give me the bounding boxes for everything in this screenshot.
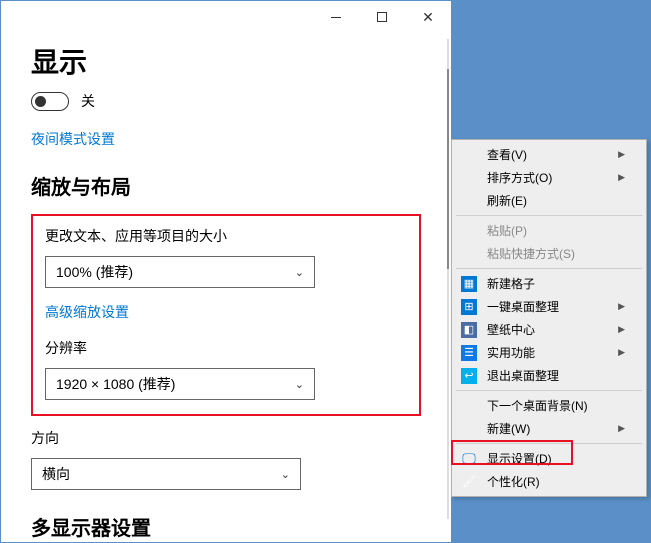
- monitor-icon: 🖵: [461, 451, 477, 467]
- menu-next-bg[interactable]: 下一个桌面背景(N): [455, 394, 643, 417]
- submenu-arrow-icon: ▶: [618, 347, 625, 358]
- chevron-down-icon: ⌄: [295, 378, 304, 391]
- personalize-icon: 🖌: [461, 474, 477, 490]
- menu-separator: [456, 443, 642, 444]
- minimize-button[interactable]: [313, 1, 359, 33]
- minimize-icon: [331, 17, 341, 18]
- toggle-knob: [35, 96, 46, 107]
- menu-sort[interactable]: 排序方式(O) ▶: [455, 166, 643, 189]
- submenu-arrow-icon: ▶: [618, 172, 625, 183]
- chevron-down-icon: ⌄: [281, 468, 290, 481]
- exit-icon: ↩: [461, 368, 477, 384]
- chevron-down-icon: ⌄: [295, 266, 304, 279]
- scrollbar[interactable]: [447, 39, 449, 519]
- close-button[interactable]: ✕: [405, 1, 451, 33]
- close-icon: ✕: [422, 9, 434, 26]
- menu-new[interactable]: 新建(W) ▶: [455, 417, 643, 440]
- submenu-arrow-icon: ▶: [618, 324, 625, 335]
- scrollbar-thumb[interactable]: [447, 69, 449, 269]
- orientation-value: 横向: [42, 464, 70, 484]
- toggle-state-label: 关: [81, 91, 95, 111]
- night-mode-toggle-row: 关: [31, 91, 421, 111]
- maximize-icon: [377, 12, 387, 22]
- display-settings-window: ✕ 显示 关 夜间模式设置 缩放与布局 更改文本、应用等项目的大小 100% (…: [0, 0, 452, 543]
- resolution-label: 分辨率: [45, 338, 407, 358]
- menu-paste: 粘贴(P): [455, 219, 643, 242]
- resolution-combo[interactable]: 1920 × 1080 (推荐) ⌄: [45, 368, 315, 400]
- submenu-arrow-icon: ▶: [618, 149, 625, 160]
- tidy-icon: ⊞: [461, 299, 477, 315]
- night-mode-toggle[interactable]: [31, 92, 69, 111]
- highlighted-section: 更改文本、应用等项目的大小 100% (推荐) ⌄ 高级缩放设置 分辨率 192…: [31, 214, 421, 416]
- desktop-context-menu: 查看(V) ▶ 排序方式(O) ▶ 刷新(E) 粘贴(P) 粘贴快捷方式(S) …: [451, 139, 647, 497]
- menu-refresh[interactable]: 刷新(E): [455, 189, 643, 212]
- menu-separator: [456, 390, 642, 391]
- maximize-button[interactable]: [359, 1, 405, 33]
- submenu-arrow-icon: ▶: [618, 423, 625, 434]
- menu-personalize[interactable]: 🖌 个性化(R): [455, 470, 643, 493]
- text-size-combo[interactable]: 100% (推荐) ⌄: [45, 256, 315, 288]
- advanced-scaling-link[interactable]: 高级缩放设置: [45, 302, 407, 322]
- settings-content: 显示 关 夜间模式设置 缩放与布局 更改文本、应用等项目的大小 100% (推荐…: [1, 33, 451, 541]
- orientation-combo[interactable]: 横向 ⌄: [31, 458, 301, 490]
- menu-separator: [456, 215, 642, 216]
- menu-paste-shortcut: 粘贴快捷方式(S): [455, 242, 643, 265]
- utilities-icon: ☰: [461, 345, 477, 361]
- menu-new-grid[interactable]: ▦ 新建格子: [455, 272, 643, 295]
- menu-exit-tidy[interactable]: ↩ 退出桌面整理: [455, 364, 643, 387]
- page-title: 显示: [31, 41, 421, 81]
- menu-utilities[interactable]: ☰ 实用功能 ▶: [455, 341, 643, 364]
- resolution-value: 1920 × 1080 (推荐): [56, 374, 175, 394]
- night-mode-settings-link[interactable]: 夜间模式设置: [31, 129, 421, 149]
- scale-layout-heading: 缩放与布局: [31, 171, 421, 200]
- title-bar: ✕: [1, 1, 451, 33]
- text-size-value: 100% (推荐): [56, 262, 133, 282]
- grid-icon: ▦: [461, 276, 477, 292]
- submenu-arrow-icon: ▶: [618, 301, 625, 312]
- multi-monitor-heading: 多显示器设置: [31, 512, 421, 541]
- orientation-label: 方向: [31, 428, 421, 448]
- menu-display-settings[interactable]: 🖵 显示设置(D): [455, 447, 643, 470]
- menu-view[interactable]: 查看(V) ▶: [455, 143, 643, 166]
- menu-wallpaper[interactable]: ◧ 壁纸中心 ▶: [455, 318, 643, 341]
- menu-separator: [456, 268, 642, 269]
- text-size-label: 更改文本、应用等项目的大小: [45, 226, 407, 246]
- menu-desktop-tidy[interactable]: ⊞ 一键桌面整理 ▶: [455, 295, 643, 318]
- wallpaper-icon: ◧: [461, 322, 477, 338]
- orientation-group: 方向 横向 ⌄: [31, 428, 421, 490]
